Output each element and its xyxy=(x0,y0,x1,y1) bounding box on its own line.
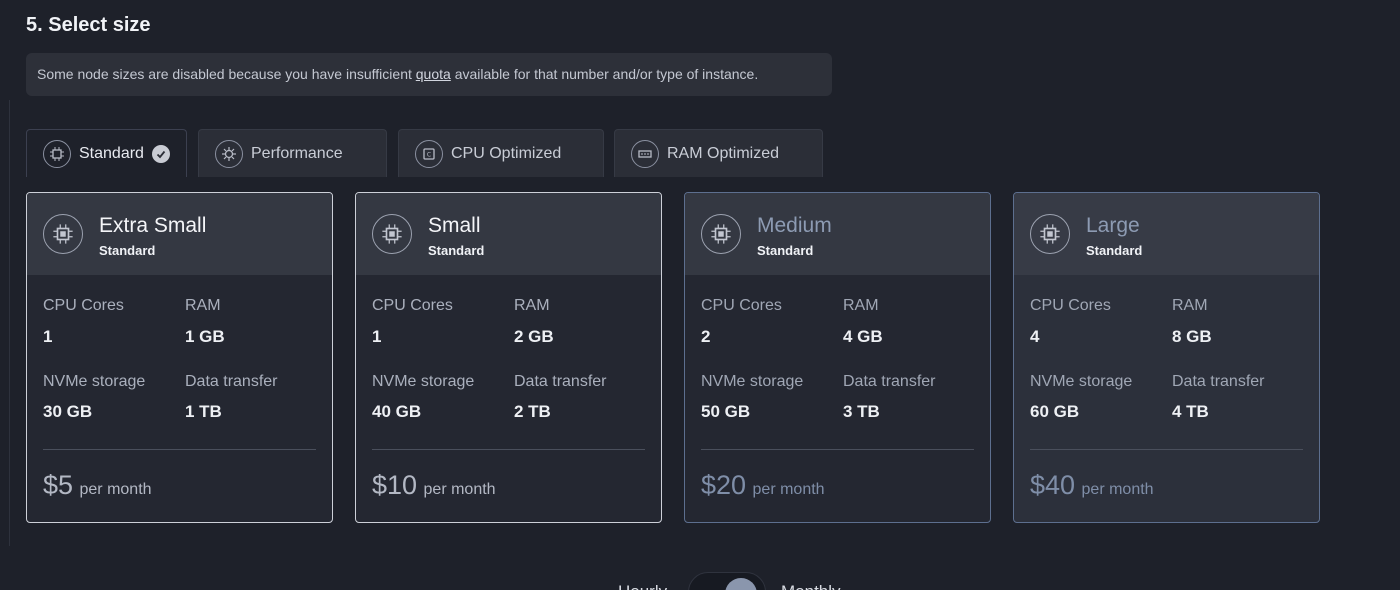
price-period: per month xyxy=(752,481,825,498)
storage-value: 30 GB xyxy=(43,402,93,421)
ram-label: RAM xyxy=(843,297,879,314)
hourly-label: Hourly xyxy=(618,582,667,590)
cpu-value: 1 xyxy=(43,327,53,346)
card-title: Small xyxy=(428,214,481,237)
card-subtitle: Standard xyxy=(757,243,814,258)
cpu-chip-icon xyxy=(43,214,83,254)
transfer-label: Data transfer xyxy=(514,373,607,390)
transfer-value: 1 TB xyxy=(185,402,222,421)
section-title: 5. Select size xyxy=(26,14,151,36)
cpu-label: CPU Cores xyxy=(701,297,782,314)
divider xyxy=(701,449,974,450)
size-card-extra-small[interactable]: Extra Small Standard CPU Cores RAM 1 1 G… xyxy=(26,192,333,523)
price-period: per month xyxy=(79,481,152,498)
ram-label: RAM xyxy=(1172,297,1208,314)
card-subtitle: Standard xyxy=(99,243,156,258)
billing-toggle[interactable] xyxy=(688,572,766,590)
price-period: per month xyxy=(423,481,496,498)
card-header: Small Standard xyxy=(356,193,661,275)
ram-value: 4 GB xyxy=(843,327,883,346)
monthly-label: Monthly xyxy=(781,582,841,590)
tab-label: Performance xyxy=(251,144,343,162)
card-title: Medium xyxy=(757,214,832,237)
card-subtitle: Standard xyxy=(428,243,485,258)
card-title: Extra Small xyxy=(99,214,207,237)
storage-value: 40 GB xyxy=(372,402,422,421)
memory-icon xyxy=(631,139,659,168)
price-amount: $20 xyxy=(701,470,747,500)
transfer-value: 3 TB xyxy=(843,402,880,421)
storage-label: NVMe storage xyxy=(1030,373,1133,390)
cpu-chip-icon xyxy=(1030,214,1070,254)
storage-label: NVMe storage xyxy=(701,373,804,390)
price-amount: $5 xyxy=(43,470,74,500)
transfer-value: 2 TB xyxy=(514,402,551,421)
notice-text-before: Some node sizes are disabled because you… xyxy=(37,66,416,82)
card-header: Large Standard xyxy=(1014,193,1319,275)
check-icon xyxy=(151,144,170,163)
billing-period-toggle-group: Hourly Monthly xyxy=(600,570,860,590)
ram-label: RAM xyxy=(514,297,550,314)
ram-value: 1 GB xyxy=(185,327,225,346)
cpu-value: 4 xyxy=(1030,327,1040,346)
cpu-value: 2 xyxy=(701,327,711,346)
storage-label: NVMe storage xyxy=(372,373,475,390)
divider xyxy=(372,449,645,450)
card-subtitle: Standard xyxy=(1086,243,1143,258)
price: $20 per month xyxy=(701,470,825,501)
transfer-label: Data transfer xyxy=(1172,373,1265,390)
price: $40 per month xyxy=(1030,470,1154,501)
card-title: Large xyxy=(1086,214,1140,237)
cpu-chip-icon xyxy=(372,214,412,254)
card-header: Medium Standard xyxy=(685,193,990,275)
tab-label: RAM Optimized xyxy=(667,144,780,162)
ram-value: 2 GB xyxy=(514,327,554,346)
price-period: per month xyxy=(1081,481,1154,498)
card-header: Extra Small Standard xyxy=(27,193,332,275)
tab-label: CPU Optimized xyxy=(451,144,562,162)
toggle-knob[interactable] xyxy=(725,578,757,590)
cpu-label: CPU Cores xyxy=(43,297,124,314)
transfer-label: Data transfer xyxy=(843,373,936,390)
cpu-gear-icon xyxy=(215,139,243,168)
cpu-chip-icon xyxy=(43,139,71,168)
tab-cpu-optimized[interactable]: C CPU Optimized xyxy=(398,129,604,177)
ram-value: 8 GB xyxy=(1172,327,1212,346)
divider xyxy=(43,449,316,450)
storage-value: 60 GB xyxy=(1030,402,1080,421)
transfer-value: 4 TB xyxy=(1172,402,1209,421)
size-card-large[interactable]: Large Standard CPU Cores RAM 4 8 GB NVMe… xyxy=(1013,192,1320,523)
storage-value: 50 GB xyxy=(701,402,751,421)
ram-label: RAM xyxy=(185,297,221,314)
price-amount: $40 xyxy=(1030,470,1076,500)
svg-text:C: C xyxy=(427,151,431,158)
notice-text-after: available for that number and/or type of… xyxy=(450,66,759,82)
cpu-value: 1 xyxy=(372,327,382,346)
price: $10 per month xyxy=(372,470,496,501)
storage-label: NVMe storage xyxy=(43,373,146,390)
price: $5 per month xyxy=(43,470,152,501)
sidebar-edge xyxy=(0,100,10,546)
tab-ram-optimized[interactable]: RAM Optimized xyxy=(614,129,823,177)
quota-link[interactable]: quota xyxy=(416,66,451,82)
divider xyxy=(1030,449,1303,450)
cpu-label: CPU Cores xyxy=(1030,297,1111,314)
size-card-medium[interactable]: Medium Standard CPU Cores RAM 2 4 GB NVM… xyxy=(684,192,991,523)
cpu-label: CPU Cores xyxy=(372,297,453,314)
tab-standard[interactable]: Standard xyxy=(26,129,187,177)
cpu-fast-icon: C xyxy=(415,139,443,168)
price-amount: $10 xyxy=(372,470,418,500)
tab-label: Standard xyxy=(79,144,144,162)
quota-notice: Some node sizes are disabled because you… xyxy=(26,53,832,96)
size-card-small[interactable]: Small Standard CPU Cores RAM 1 2 GB NVMe… xyxy=(355,192,662,523)
cpu-chip-icon xyxy=(701,214,741,254)
transfer-label: Data transfer xyxy=(185,373,278,390)
tab-performance[interactable]: Performance xyxy=(198,129,387,177)
